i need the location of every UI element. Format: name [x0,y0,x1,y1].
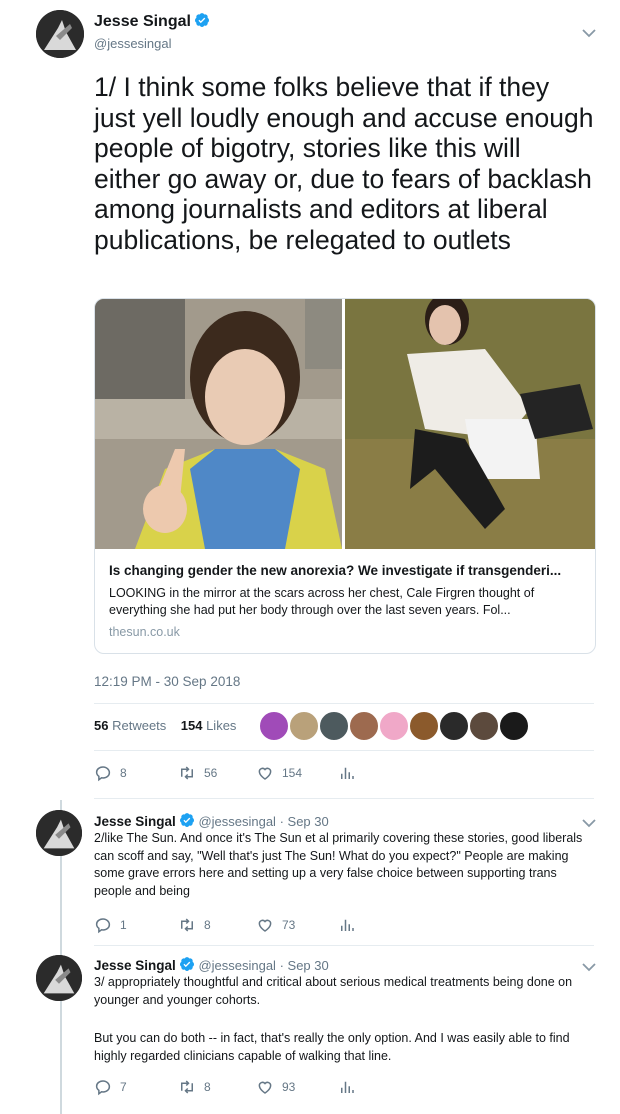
analytics-icon [341,919,354,931]
retweet-icon [181,1080,193,1094]
reply-icon [95,918,111,934]
reply-header: Jesse Singal @jessesingal · Sep 30 [94,956,329,973]
analytics-icon [341,1081,354,1093]
reply-icon [95,766,111,782]
reply-text-paragraph: But you can do both -- in fact, that's r… [94,1031,570,1063]
author-name[interactable]: Jesse Singal [94,13,191,30]
verified-badge-icon [194,13,209,27]
liker-avatar[interactable] [348,710,380,742]
retweets-stat[interactable]: 56 Retweets [94,718,166,733]
like-action[interactable]: 154 [256,764,302,782]
card-title: Is changing gender the new anorexia? We … [109,563,562,578]
liker-avatar[interactable] [318,710,350,742]
divider [94,798,594,799]
author-handle[interactable]: @jessesingal [198,814,276,829]
liker-avatar[interactable] [258,710,290,742]
retweet-icon [181,766,193,780]
reply-action[interactable]: 8 [94,764,127,782]
author-handle[interactable]: @jessesingal [94,36,172,51]
card-image-left [95,299,342,549]
analytics-action[interactable] [338,764,364,782]
reply-date[interactable]: · Sep 30 [280,958,329,973]
like-action[interactable]: 73 [256,916,295,934]
liker-avatar[interactable] [408,710,440,742]
avatar[interactable] [36,10,84,58]
reply-text: 3/ appropriately thoughtful and critical… [94,975,573,1007]
reply-icon [95,1080,111,1096]
like-icon [258,767,272,780]
author-row: Jesse Singal [94,12,210,31]
chevron-down-icon[interactable] [582,962,596,972]
tweet-text: 1/ I think some folks believe that if th… [94,72,594,255]
tweet-timestamp[interactable]: 12:19 PM - 30 Sep 2018 [94,674,240,689]
card-image-right [345,299,595,549]
analytics-icon [341,767,354,779]
divider [94,750,594,751]
author-name[interactable]: Jesse Singal [94,958,176,973]
verified-badge-icon [179,957,194,971]
liker-avatar[interactable] [288,710,320,742]
liker-avatar[interactable] [498,710,530,742]
avatar[interactable] [36,810,82,856]
analytics-action[interactable] [338,1078,364,1096]
chevron-down-icon[interactable] [582,28,596,38]
liker-avatar[interactable] [438,710,470,742]
reply-header: Jesse Singal @jessesingal · Sep 30 [94,812,329,829]
verified-badge-icon [179,813,194,827]
author-handle[interactable]: @jessesingal [198,958,276,973]
retweet-icon [181,918,193,932]
avatar[interactable] [36,955,82,1001]
reply-text: 2/like The Sun. And once it's The Sun et… [94,831,583,898]
retweet-action[interactable]: 56 [178,764,217,782]
analytics-action[interactable] [338,916,364,934]
like-action[interactable]: 93 [256,1078,295,1096]
liker-avatar[interactable] [378,710,410,742]
retweet-action[interactable]: 8 [178,1078,211,1096]
card-description: LOOKING in the mirror at the scars acros… [109,586,535,617]
reply-action[interactable]: 7 [94,1078,127,1096]
chevron-down-icon[interactable] [582,818,596,828]
author-name[interactable]: Jesse Singal [94,814,176,829]
like-icon [258,1081,272,1094]
retweet-action[interactable]: 8 [178,916,211,934]
reply-action[interactable]: 1 [94,916,127,934]
liker-avatar[interactable] [468,710,500,742]
reply-date[interactable]: · Sep 30 [280,814,329,829]
divider [94,945,594,946]
engagement-stats: 56 Retweets 154 Likes [94,718,236,733]
divider [94,703,594,704]
like-icon [258,919,272,932]
card-domain: thesun.co.uk [109,625,180,639]
link-card[interactable]: Is changing gender the new anorexia? We … [94,298,596,654]
likes-stat[interactable]: 154 Likes [181,718,237,733]
